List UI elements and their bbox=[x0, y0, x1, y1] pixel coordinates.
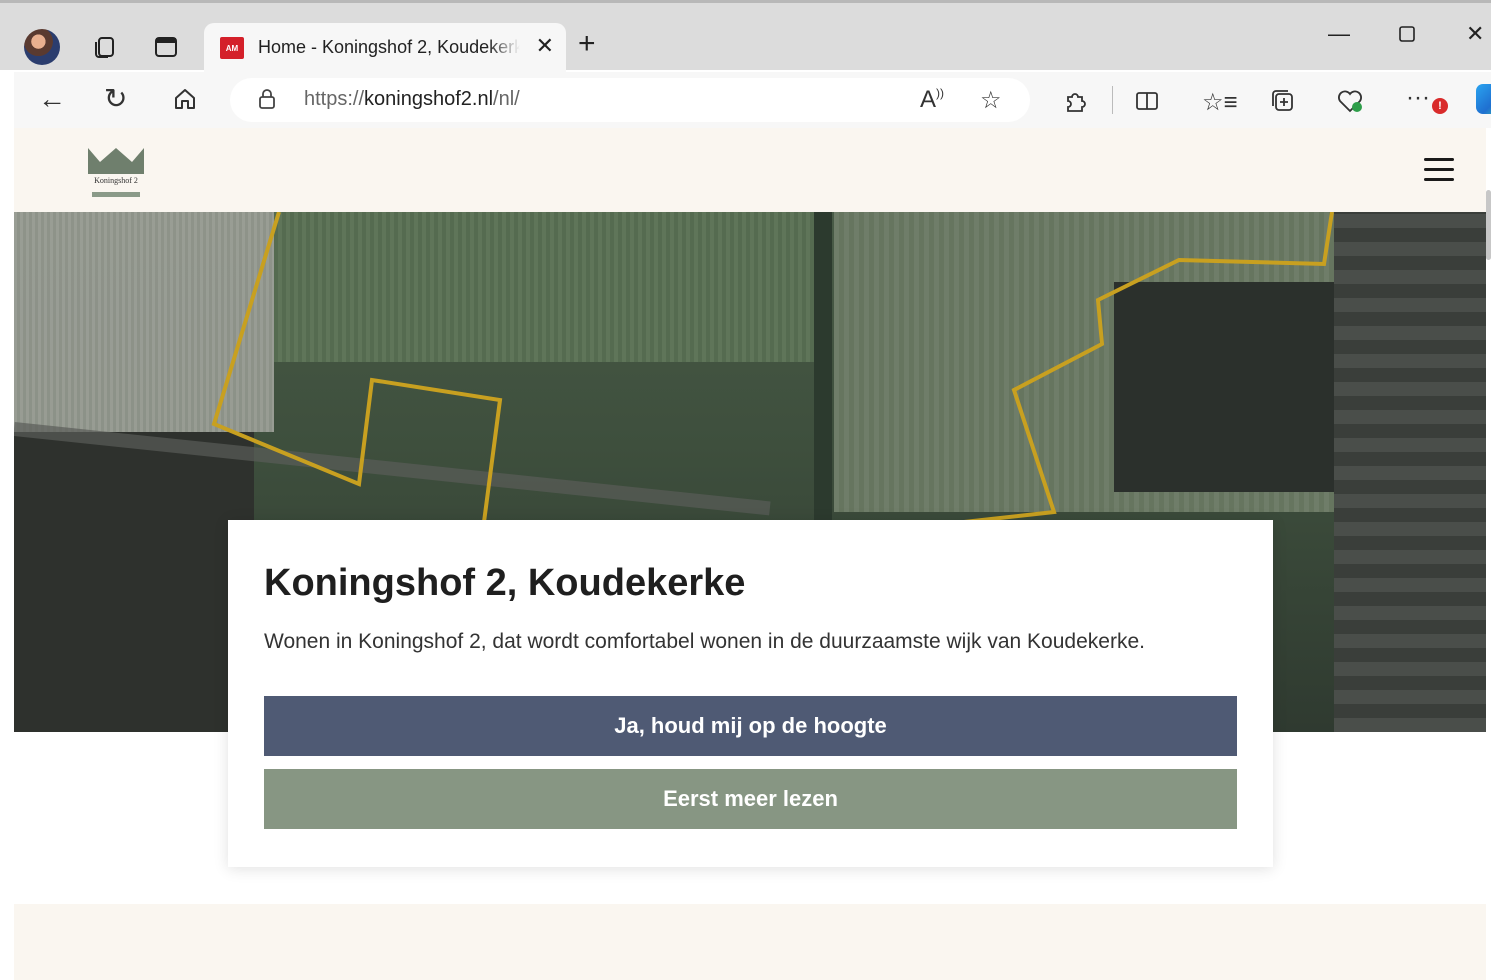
logo-underline bbox=[92, 192, 140, 197]
window-close-icon[interactable]: ✕ bbox=[1466, 21, 1484, 47]
browser-tab-active[interactable]: AM Home - Koningshof 2, Koudekerke ✕ bbox=[204, 23, 566, 75]
hamburger-menu-icon[interactable] bbox=[1424, 158, 1454, 182]
notification-badge: ! bbox=[1432, 98, 1448, 114]
profile-avatar[interactable] bbox=[24, 29, 60, 65]
plus-icon[interactable]: + bbox=[578, 29, 596, 59]
refresh-icon[interactable]: ↻ bbox=[104, 84, 127, 114]
browser-titlebar: AM Home - Koningshof 2, Koudekerke ✕ + —… bbox=[0, 0, 1491, 75]
lock-icon[interactable] bbox=[258, 88, 276, 110]
keep-me-updated-button[interactable]: Ja, houd mij op de hoogte bbox=[264, 696, 1237, 756]
home-icon[interactable] bbox=[172, 86, 198, 118]
read-more-button[interactable]: Eerst meer lezen bbox=[264, 769, 1237, 829]
browser-essentials-icon[interactable] bbox=[1336, 88, 1364, 121]
close-icon[interactable]: ✕ bbox=[536, 33, 554, 59]
favorite-star-icon[interactable]: ☆ bbox=[980, 86, 1002, 115]
favorites-list-icon[interactable]: ☆≡ bbox=[1202, 88, 1238, 117]
hero-description: Wonen in Koningshof 2, dat wordt comfort… bbox=[264, 630, 1145, 653]
site-logo[interactable]: Koningshof 2 bbox=[80, 144, 152, 200]
maximize-icon[interactable] bbox=[1398, 23, 1416, 49]
page-scrollbar[interactable] bbox=[1486, 190, 1491, 260]
toolbar-divider bbox=[1112, 86, 1113, 114]
favicon: AM bbox=[220, 37, 244, 59]
page-viewport: Koningshof 2 Koningshof 2, Koudekerke Wo… bbox=[14, 128, 1486, 980]
copilot-icon[interactable] bbox=[1476, 84, 1491, 114]
crown-icon bbox=[88, 148, 144, 174]
back-icon[interactable]: ← bbox=[38, 84, 66, 114]
tab-title: Home - Koningshof 2, Koudekerke bbox=[258, 37, 520, 57]
address-bar[interactable]: https://koningshof2.nl/nl/ A)) ☆ bbox=[230, 78, 1030, 122]
hero-card: Koningshof 2, Koudekerke Wonen in Koning… bbox=[228, 520, 1273, 867]
site-header: Koningshof 2 bbox=[14, 128, 1486, 212]
page-title: Koningshof 2, Koudekerke bbox=[264, 562, 746, 604]
extensions-icon[interactable] bbox=[1062, 88, 1088, 121]
collections-icon[interactable] bbox=[88, 31, 120, 63]
next-section bbox=[14, 904, 1486, 980]
logo-text: Koningshof 2 bbox=[94, 176, 138, 185]
browser-toolbar: ← ↻ https://koningshof2.nl/nl/ A)) ☆ ☆≡ … bbox=[14, 72, 1491, 128]
minimize-icon[interactable]: — bbox=[1328, 21, 1350, 47]
read-aloud-icon[interactable]: A)) bbox=[920, 86, 944, 114]
url-text: https://koningshof2.nl/nl/ bbox=[304, 88, 520, 110]
more-icon[interactable]: ··· bbox=[1406, 84, 1430, 112]
split-screen-icon[interactable] bbox=[1134, 88, 1160, 121]
tab-actions-icon[interactable] bbox=[150, 31, 182, 63]
collections-add-icon[interactable] bbox=[1270, 88, 1296, 121]
